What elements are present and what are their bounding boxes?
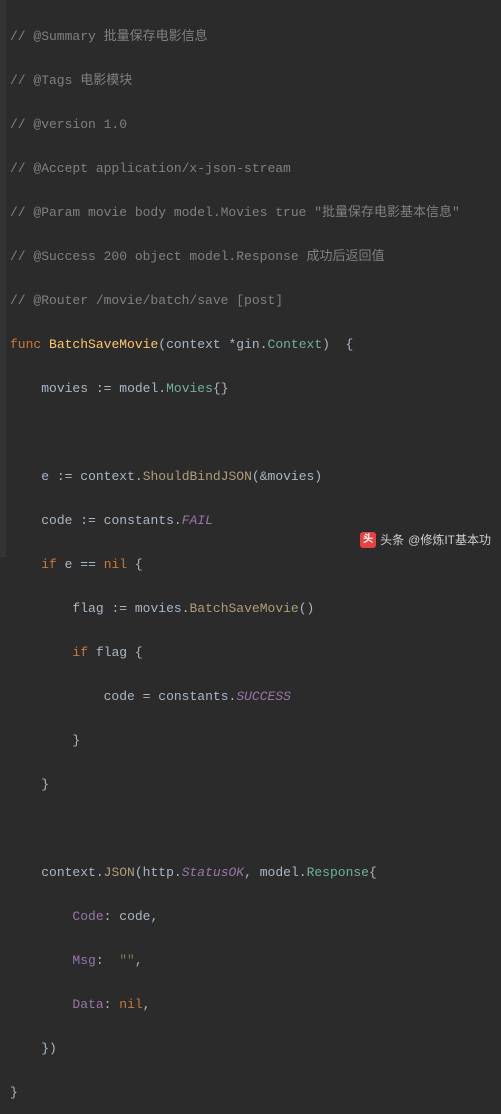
comment-line: // @Router /movie/batch/save [post] — [4, 290, 501, 312]
code-line: Code: code, — [4, 906, 501, 928]
code-line: if e == nil { — [4, 554, 501, 576]
code-line: code = constants.SUCCESS — [4, 686, 501, 708]
code-line: } — [4, 1082, 501, 1104]
code-line: Data: nil, — [4, 994, 501, 1016]
code-line: Msg: "", — [4, 950, 501, 972]
comment-line: // @version 1.0 — [4, 114, 501, 136]
watermark: 头 头条 @修炼IT基本功 — [360, 529, 491, 551]
code-line: } — [4, 730, 501, 752]
toutiao-logo-icon: 头 — [360, 532, 376, 548]
code-editor[interactable]: // @Summary 批量保存电影信息 // @Tags 电影模块 // @v… — [0, 0, 501, 1114]
comment-line: // @Tags 电影模块 — [4, 70, 501, 92]
watermark-label: 头条 — [380, 529, 404, 551]
code-line: flag := movies.BatchSaveMovie() — [4, 598, 501, 620]
comment-line: // @Success 200 object model.Response 成功… — [4, 246, 501, 268]
func-signature: func BatchSaveMovie(context *gin.Context… — [4, 334, 501, 356]
watermark-handle: @修炼IT基本功 — [408, 529, 491, 551]
comment-line: // @Param movie body model.Movies true "… — [4, 202, 501, 224]
code-line: if flag { — [4, 642, 501, 664]
code-line: context.JSON(http.StatusOK, model.Respon… — [4, 862, 501, 884]
blank-line — [4, 818, 501, 840]
code-line: }) — [4, 1038, 501, 1060]
gutter — [0, 0, 6, 557]
code-line: e := context.ShouldBindJSON(&movies) — [4, 466, 501, 488]
code-line: } — [4, 774, 501, 796]
comment-line: // @Summary 批量保存电影信息 — [4, 26, 501, 48]
comment-line: // @Accept application/x-json-stream — [4, 158, 501, 180]
blank-line — [4, 422, 501, 444]
code-line: movies := model.Movies{} — [4, 378, 501, 400]
